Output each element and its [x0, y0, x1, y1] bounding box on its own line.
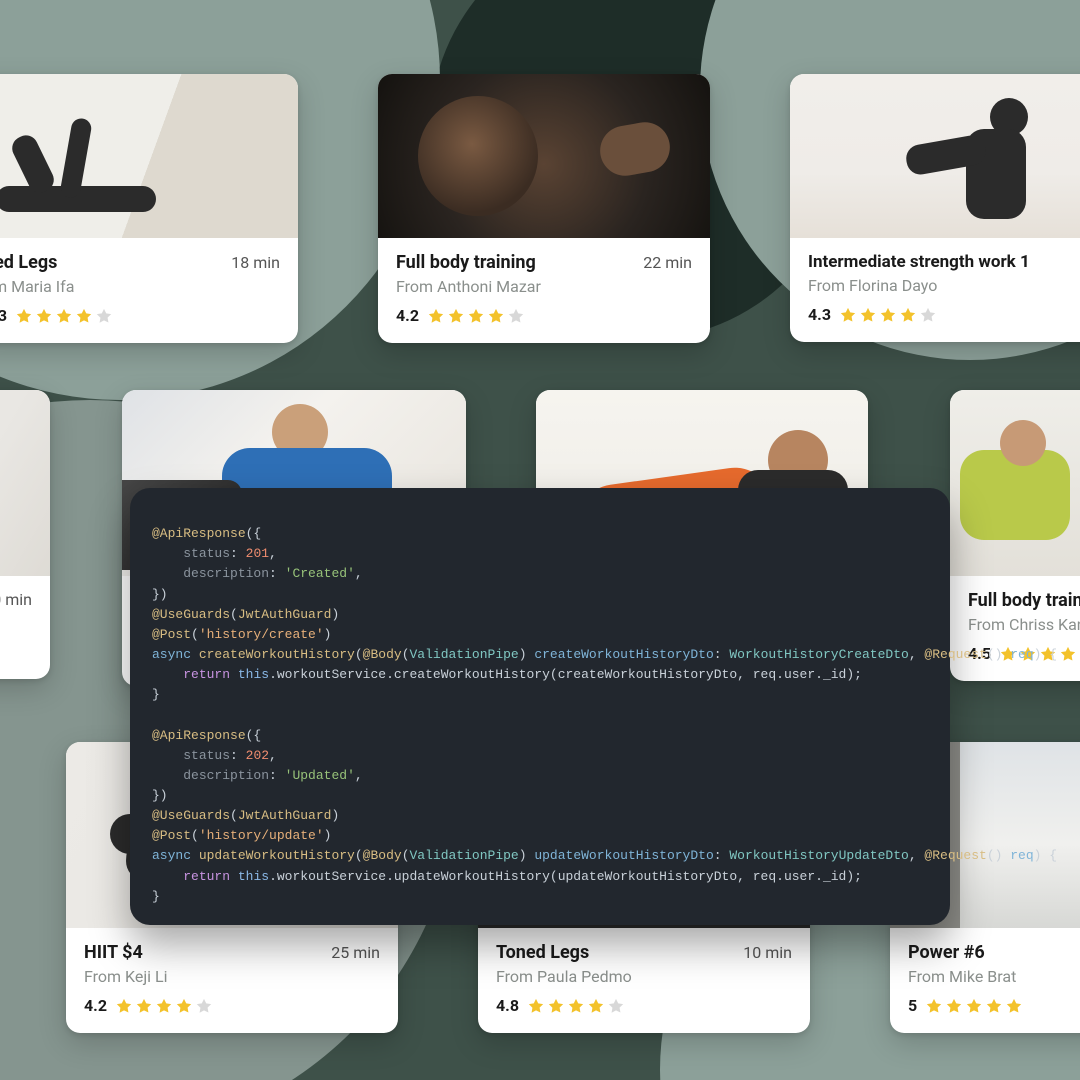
workout-author	[0, 613, 32, 632]
workout-rating: 5	[908, 996, 917, 1015]
workout-duration: 22 min	[643, 253, 692, 272]
workout-author: From Keji Li	[84, 967, 380, 986]
star-icon	[75, 307, 93, 325]
workout-rating: 4.3	[0, 306, 7, 325]
star-icon	[547, 997, 565, 1015]
workout-card[interactable]: Intermediate strength work 1 4 From Flor…	[790, 74, 1080, 342]
star-icon	[919, 306, 937, 324]
star-icon	[899, 306, 917, 324]
workout-thumbnail	[790, 74, 1080, 238]
star-icon	[527, 997, 545, 1015]
star-icon	[567, 997, 585, 1015]
workout-title: Full body training	[396, 252, 536, 273]
star-icon	[35, 307, 53, 325]
workout-author: From Mike Brat	[908, 967, 1080, 986]
workout-rating: 4.2	[396, 306, 419, 325]
star-row	[527, 997, 625, 1015]
star-icon	[487, 307, 505, 325]
workout-rating: 4.8	[496, 996, 519, 1015]
workout-title: ned Legs	[0, 252, 57, 273]
workout-title: Intermediate strength work 1	[808, 252, 1030, 272]
star-icon	[925, 997, 943, 1015]
code-snippet: @ApiResponse({ status: 201, description:…	[130, 488, 950, 925]
star-icon	[175, 997, 193, 1015]
star-row	[839, 306, 937, 324]
star-icon	[467, 307, 485, 325]
workout-author: From Anthoni Mazar	[396, 277, 692, 296]
workout-rating: 4.3	[808, 305, 831, 324]
star-icon	[965, 997, 983, 1015]
workout-title: Toned Legs	[496, 942, 589, 963]
star-icon	[427, 307, 445, 325]
star-row	[15, 307, 113, 325]
star-icon	[95, 307, 113, 325]
workout-rating: 4.2	[84, 996, 107, 1015]
star-row	[427, 307, 525, 325]
star-icon	[1005, 997, 1023, 1015]
workout-title: Full body trainin	[968, 590, 1080, 611]
workout-thumbnail	[0, 390, 50, 576]
star-icon	[859, 306, 877, 324]
star-icon	[195, 997, 213, 1015]
workout-card[interactable]: Full body training 22 min From Anthoni M…	[378, 74, 710, 343]
star-icon	[945, 997, 963, 1015]
workout-duration: 0 min	[0, 590, 32, 609]
star-icon	[55, 307, 73, 325]
star-row	[925, 997, 1023, 1015]
workout-duration: 10 min	[743, 943, 792, 962]
star-icon	[839, 306, 857, 324]
workout-thumbnail	[0, 74, 298, 238]
star-icon	[879, 306, 897, 324]
workout-author: om Maria Ifa	[0, 277, 280, 296]
star-icon	[115, 997, 133, 1015]
workout-title: HIIT $4	[84, 942, 143, 963]
workout-author: From Florina Dayo	[808, 276, 1080, 295]
workout-card[interactable]: Full body trainin From Chriss Kan 4.5	[950, 390, 1080, 681]
workout-title: Power #6	[908, 942, 985, 963]
star-icon	[155, 997, 173, 1015]
workout-author: From Paula Pedmo	[496, 967, 792, 986]
star-icon	[985, 997, 1003, 1015]
star-icon	[135, 997, 153, 1015]
star-icon	[507, 307, 525, 325]
workout-duration: 18 min	[231, 253, 280, 272]
star-icon	[607, 997, 625, 1015]
star-row	[115, 997, 213, 1015]
star-icon	[587, 997, 605, 1015]
workout-card[interactable]: 0 min	[0, 390, 50, 679]
star-icon	[1059, 645, 1077, 663]
workout-thumbnail	[950, 390, 1080, 576]
workout-card[interactable]: ned Legs 18 min om Maria Ifa 4.3	[0, 74, 298, 343]
star-icon	[15, 307, 33, 325]
workout-duration: 25 min	[331, 943, 380, 962]
star-icon	[447, 307, 465, 325]
workout-author: From Chriss Kan	[968, 615, 1080, 634]
workout-thumbnail	[378, 74, 710, 238]
